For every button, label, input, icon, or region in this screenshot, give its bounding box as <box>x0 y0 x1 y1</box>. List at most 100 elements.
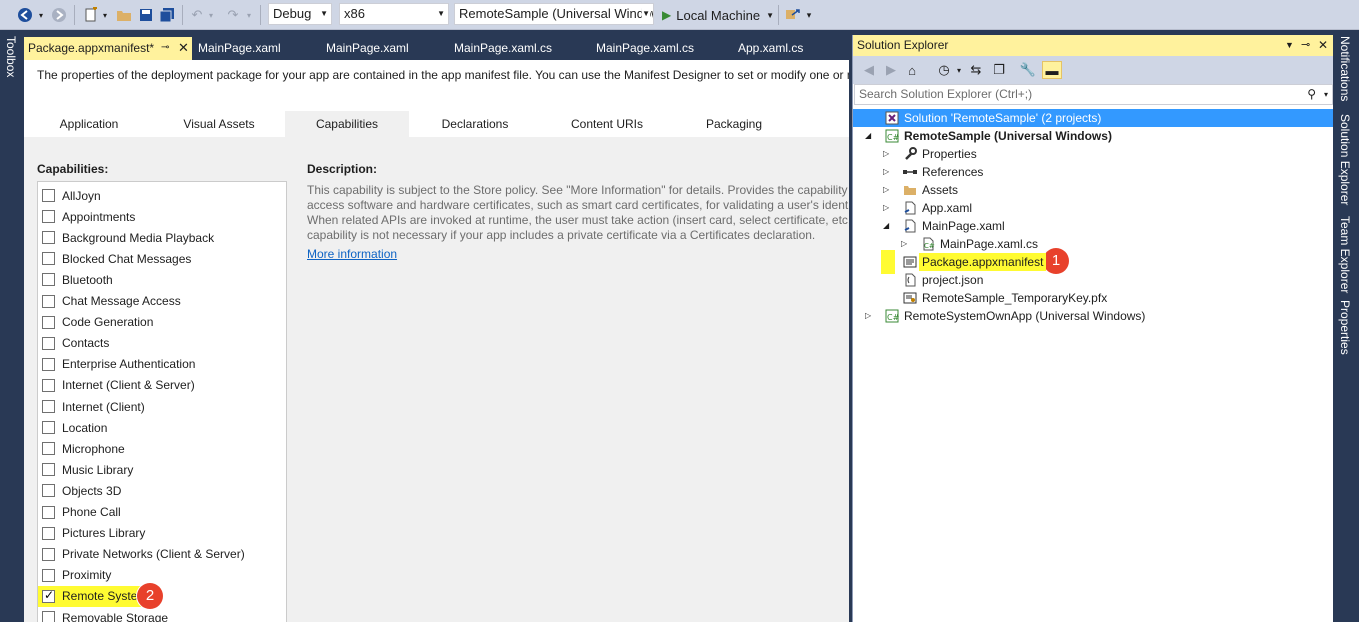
close-icon[interactable]: ✕ <box>1318 35 1328 56</box>
collapsed-chevron-icon[interactable]: ▷ <box>901 235 907 253</box>
collapsed-chevron-icon[interactable]: ▷ <box>883 145 889 163</box>
navigate-forward-icon[interactable] <box>50 6 68 24</box>
tree-item[interactable]: project.json <box>853 271 1334 289</box>
close-icon[interactable]: ✕ <box>178 37 189 59</box>
tab-mainpage-xaml[interactable]: MainPage.xaml <box>326 37 409 60</box>
capability-checkbox[interactable] <box>42 210 55 224</box>
capability-item[interactable]: Removable Storage <box>42 607 168 622</box>
capability-item[interactable]: Internet (Client) <box>42 396 145 417</box>
open-file-icon[interactable] <box>115 6 133 24</box>
tab-mainpage-xaml-cs[interactable]: MainPage.xaml.cs <box>596 37 694 60</box>
tab-app-xaml-cs[interactable]: App.xaml.cs <box>738 37 803 60</box>
solution-explorer-search-input[interactable]: Search Solution Explorer (Ctrl+;) ⚲ ▾ <box>854 84 1333 105</box>
capability-checkbox[interactable] <box>42 484 55 498</box>
chevron-down-icon[interactable]: ▾ <box>244 6 254 24</box>
toolbox-tab[interactable]: Toolbox <box>4 36 18 77</box>
capability-item[interactable]: Internet (Client & Server) <box>42 375 195 396</box>
solution-configuration-select[interactable]: Debug ▼ <box>268 3 332 25</box>
preview-selected-items-icon[interactable]: ▬ <box>1042 61 1062 79</box>
solution-explorer-tab[interactable]: Solution Explorer <box>1338 114 1352 205</box>
capability-checkbox[interactable] <box>42 252 55 266</box>
tab-application[interactable]: Application <box>24 111 154 137</box>
capability-checkbox[interactable] <box>42 421 55 435</box>
tab-declarations[interactable]: Declarations <box>410 111 540 137</box>
redo-icon[interactable]: ↷ <box>224 6 242 24</box>
browser-link-icon[interactable] <box>784 6 802 24</box>
capability-checkbox[interactable] <box>42 357 55 371</box>
chevron-down-icon[interactable]: ▾ <box>954 61 964 79</box>
chevron-down-icon[interactable]: ▾ <box>36 6 46 24</box>
capability-checkbox[interactable] <box>42 400 55 413</box>
capability-checkbox[interactable] <box>42 442 55 456</box>
capability-item[interactable]: Contacts <box>42 333 109 354</box>
tab-capabilities[interactable]: Capabilities <box>285 111 409 137</box>
startup-project-select[interactable]: RemoteSample (Universal Window ▼ <box>454 3 654 25</box>
tree-item[interactable]: ▷ References <box>853 163 1334 181</box>
tab-mainpage-xaml-cs[interactable]: MainPage.xaml.cs <box>454 37 552 60</box>
capability-item[interactable]: Private Networks (Client & Server) <box>42 544 245 565</box>
back-icon[interactable]: ◀ <box>861 61 877 79</box>
tree-item[interactable]: RemoteSample_TemporaryKey.pfx <box>853 289 1334 307</box>
capability-item[interactable]: Location <box>42 417 107 438</box>
tab-package-appxmanifest[interactable]: Package.appxmanifest* ⊸ ✕ <box>24 37 192 60</box>
team-explorer-tab[interactable]: Team Explorer <box>1338 216 1352 293</box>
save-all-icon[interactable] <box>158 6 176 24</box>
collapsed-chevron-icon[interactable]: ▷ <box>883 163 889 181</box>
capability-item[interactable]: Enterprise Authentication <box>42 354 195 375</box>
capability-item[interactable]: Microphone <box>42 438 125 459</box>
capability-item[interactable]: Music Library <box>42 459 133 480</box>
home-icon[interactable]: ⌂ <box>904 61 920 79</box>
window-position-dropdown-icon[interactable]: ▼ <box>1285 35 1294 56</box>
properties-tab[interactable]: Properties <box>1338 300 1352 355</box>
capability-checkbox[interactable] <box>42 336 55 350</box>
capability-item[interactable]: Blocked Chat Messages <box>42 248 191 269</box>
capability-item[interactable]: Objects 3D <box>42 480 121 501</box>
capability-checkbox[interactable] <box>42 463 55 477</box>
capability-item[interactable]: Bluetooth <box>42 269 113 290</box>
capability-checkbox[interactable] <box>42 273 55 287</box>
start-debugging-button[interactable]: ▶ Local Machine ▼ <box>662 6 782 24</box>
tree-item[interactable]: ◢ C# RemoteSample (Universal Windows) <box>853 127 1334 145</box>
expanded-chevron-icon[interactable]: ◢ <box>865 127 871 145</box>
expanded-chevron-icon[interactable]: ◢ <box>883 217 889 235</box>
tree-item[interactable]: ▷ App.xaml <box>853 199 1334 217</box>
capability-checkbox[interactable] <box>42 611 55 622</box>
pin-icon[interactable]: ⊸ <box>161 37 169 59</box>
collapsed-chevron-icon[interactable]: ▷ <box>883 181 889 199</box>
capability-checkbox[interactable] <box>42 588 55 603</box>
chevron-down-icon[interactable]: ▾ <box>206 6 216 24</box>
capability-checkbox[interactable] <box>42 231 55 245</box>
tree-item[interactable]: ◢ MainPage.xaml <box>853 217 1334 235</box>
more-information-link[interactable]: More information <box>307 247 397 261</box>
new-project-icon[interactable] <box>82 6 100 24</box>
notifications-tab[interactable]: Notifications <box>1338 36 1352 101</box>
tree-item[interactable]: ▷ C# MainPage.xaml.cs <box>853 235 1334 253</box>
forward-icon[interactable]: ▶ <box>883 61 899 79</box>
tab-mainpage-xaml[interactable]: MainPage.xaml <box>198 37 281 60</box>
collapse-all-icon[interactable]: ❐ <box>991 61 1007 79</box>
collapsed-chevron-icon[interactable]: ▷ <box>883 199 889 217</box>
capability-checkbox[interactable] <box>42 526 55 540</box>
properties-wrench-icon[interactable]: 🔧 <box>1020 61 1036 79</box>
capability-checkbox[interactable] <box>42 189 55 202</box>
pin-icon[interactable]: ⊸ <box>1301 35 1310 56</box>
capability-item[interactable]: Phone Call <box>42 502 121 523</box>
tab-visual-assets[interactable]: Visual Assets <box>154 111 284 137</box>
capability-item[interactable]: Background Media Playback <box>42 227 214 248</box>
tree-item[interactable]: ▷ Properties <box>853 145 1334 163</box>
tree-item[interactable]: Package.appxmanifest <box>853 250 1334 274</box>
capability-item[interactable]: Chat Message Access <box>42 291 181 312</box>
capability-checkbox[interactable] <box>42 294 55 308</box>
capability-checkbox[interactable] <box>42 505 55 519</box>
chevron-down-icon[interactable]: ▾ <box>1324 85 1328 104</box>
capability-item[interactable]: AllJoyn <box>42 185 101 206</box>
capability-checkbox[interactable] <box>42 315 55 329</box>
toolbar-overflow-icon[interactable]: ▾ <box>804 6 814 24</box>
chevron-down-icon[interactable]: ▾ <box>100 6 110 24</box>
capability-item[interactable]: Code Generation <box>42 312 153 333</box>
tree-item[interactable]: Solution 'RemoteSample' (2 projects) <box>853 109 1334 127</box>
save-icon[interactable] <box>137 6 155 24</box>
capability-item[interactable]: Proximity <box>42 565 111 586</box>
sync-with-document-icon[interactable]: ⇆ <box>968 61 984 79</box>
solution-platform-select[interactable]: x86 ▼ <box>339 3 449 25</box>
